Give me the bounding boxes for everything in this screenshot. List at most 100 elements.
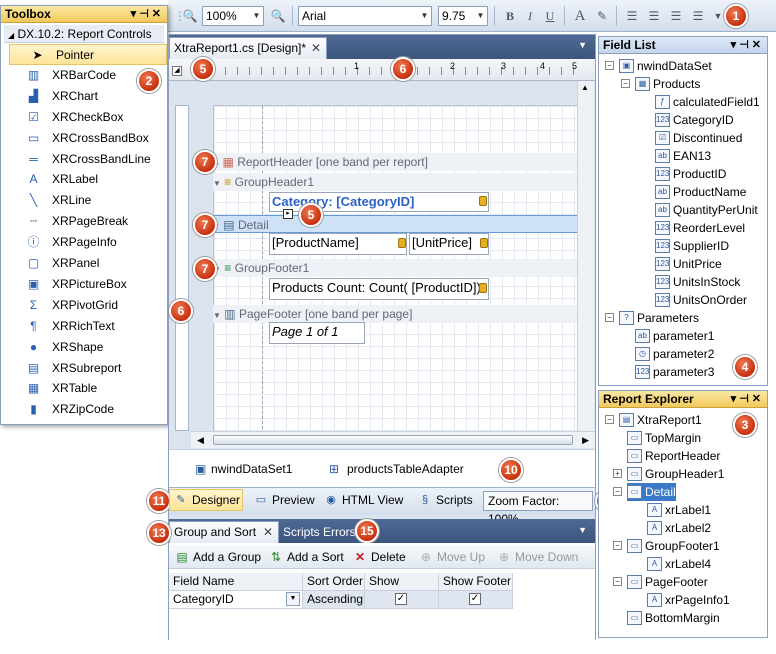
back-color-icon[interactable]: ✎ [592, 6, 612, 26]
align-center-icon[interactable]: ☰ [644, 6, 664, 26]
cell-sort-order[interactable]: Ascending [303, 591, 365, 609]
fore-color-icon[interactable]: A [570, 6, 590, 26]
tree-node-band[interactable]: ▭ GroupFooter1 [627, 537, 720, 555]
move-up-button[interactable]: ⊕ Move Up [419, 547, 485, 567]
tree-node-field[interactable]: 123 CategoryID [655, 111, 734, 129]
scroll-left-icon[interactable]: ◀ [197, 435, 204, 446]
toolbox-item-xrpicturebox[interactable]: ▣ XRPictureBox [6, 274, 164, 295]
dropdown-icon[interactable]: ▾ [731, 39, 740, 51]
scroll-thumb[interactable] [213, 435, 573, 445]
band-page-footer[interactable]: ▼ ▥ PageFooter [one band per page] [213, 305, 585, 323]
align-left-icon[interactable]: ☰ [622, 6, 642, 26]
toolbox-item-xrlabel[interactable]: A XRLabel [6, 169, 164, 190]
tree-node-band[interactable]: AxrLabel2 [647, 519, 711, 537]
tree-node-band[interactable]: ▭ ReportHeader [627, 447, 720, 465]
toolbox-item-xrcrossbandline[interactable]: ═ XRCrossBandLine [6, 149, 164, 170]
close-icon[interactable]: ✕ [152, 8, 164, 20]
add-sort-button[interactable]: ⇅ Add a Sort [269, 547, 344, 567]
chevron-down-icon[interactable]: ▼ [286, 592, 300, 606]
component-table-adapter[interactable]: ⊞ productsTableAdapter [329, 462, 464, 476]
toolbox-item-xrcrossbandbox[interactable]: ▭ XRCrossBandBox [6, 128, 164, 149]
tree-node-band[interactable]: ▭ GroupHeader1 [627, 465, 724, 483]
designer-view-button[interactable]: ✎ Designer [169, 489, 243, 511]
cell-show-footer[interactable]: ✓ [439, 591, 513, 609]
smart-tag-icon[interactable] [398, 238, 406, 248]
smart-tag-icon[interactable] [480, 238, 488, 248]
horizontal-scrollbar[interactable]: ◀ ▶ [191, 431, 595, 448]
pin-icon[interactable]: ⊣ [739, 39, 752, 51]
smart-tag-button-icon[interactable]: ▸ [283, 209, 293, 219]
add-group-button[interactable]: ▤ Add a Group [175, 547, 261, 567]
ruler-corner-icon[interactable]: ◢ [172, 66, 182, 76]
band-report-header[interactable]: ▶ ▦ ReportHeader [one band per report] [213, 153, 585, 171]
collapse-icon[interactable]: − [613, 577, 622, 586]
close-icon[interactable]: ✕ [311, 38, 321, 58]
toolbox-item-xrshape[interactable]: ● XRShape [6, 337, 164, 358]
column-header-show-footer[interactable]: Show Footer [439, 573, 513, 591]
smart-tag-icon[interactable] [479, 196, 487, 206]
tree-node-band[interactable]: AxrLabel1 [647, 501, 711, 519]
tree-node-band[interactable]: AxrPageInfo1 [647, 591, 730, 609]
tree-node-field[interactable]: ab EAN13 [655, 147, 711, 165]
collapse-icon[interactable]: − [605, 415, 614, 424]
justify-icon[interactable]: ☰ [688, 6, 708, 26]
tree-node-band[interactable]: ▭ Detail [627, 483, 676, 501]
close-icon[interactable]: ✕ [752, 393, 764, 405]
tree-node-parameter[interactable]: ab parameter1 [635, 327, 714, 345]
collapse-icon[interactable]: − [605, 313, 614, 322]
toolbox-item-xrpageinfo[interactable]: ⓘ XRPageInfo [6, 232, 164, 253]
column-header-sort-order[interactable]: Sort Order [303, 573, 365, 591]
tree-node-band[interactable]: ▭ PageFooter [627, 573, 708, 591]
toolbox-item-xrzipcode[interactable]: ▮ XRZipCode [6, 399, 164, 420]
smart-tag-icon[interactable] [479, 283, 487, 293]
tree-node-band[interactable]: ▭ BottomMargin [627, 609, 720, 627]
toolbox-item-xrpagebreak[interactable]: ┄ XRPageBreak [6, 211, 164, 232]
align-right-icon[interactable]: ☰ [666, 6, 686, 26]
font-name-combo[interactable]: Arial ▼ [298, 6, 432, 26]
zoom-combo[interactable]: 100% ▼ [202, 6, 264, 26]
tab-group-and-sort[interactable]: Group and Sort ✕ [169, 521, 279, 543]
bold-button[interactable]: B [500, 6, 520, 26]
collapse-icon[interactable]: − [605, 61, 614, 70]
tree-node-table[interactable]: ▦ Products [635, 75, 700, 93]
close-icon[interactable]: ✕ [263, 522, 273, 542]
tree-node-parameter[interactable]: 123 parameter3 [635, 363, 714, 381]
tree-node-report[interactable]: ▤ XtraReport1 [619, 411, 702, 429]
collapse-icon[interactable]: − [621, 79, 630, 88]
toolbox-item-pointer[interactable]: ➤ Pointer [9, 44, 167, 65]
tree-node-field[interactable]: ƒ calculatedField1 [655, 93, 760, 111]
band-collapse-icon[interactable]: ▼ [213, 179, 221, 188]
close-icon[interactable]: ✕ [752, 39, 764, 51]
tree-node-dataset[interactable]: ▣ nwindDataSet [619, 57, 712, 75]
collapse-icon[interactable]: − [613, 487, 622, 496]
tree-node-field[interactable]: 123 SupplierID [655, 237, 729, 255]
pin-icon[interactable]: ⊣ [739, 393, 752, 405]
pin-icon[interactable]: ⊣ [139, 8, 152, 20]
dropdown-icon[interactable]: ▾ [731, 393, 740, 405]
column-header-show-header[interactable]: Show Header [365, 573, 439, 605]
tree-node-field[interactable]: ab QuantityPerUnit [655, 201, 758, 219]
tree-node-band[interactable]: ▭ TopMargin [627, 429, 701, 447]
expand-icon[interactable]: + [613, 469, 622, 478]
band-detail[interactable]: ▼ ▤ Detail [211, 215, 585, 233]
collapse-icon[interactable]: − [613, 541, 622, 550]
product-name-label[interactable]: [ProductName] [269, 233, 407, 255]
page-info-label[interactable]: Page 1 of 1 [269, 322, 365, 344]
toolbox-item-xrrichtext[interactable]: ¶ XRRichText [6, 316, 164, 337]
tree-node-field[interactable]: ab ProductName [655, 183, 746, 201]
toolbox-item-xrcheckbox[interactable]: ☑ XRCheckBox [6, 107, 164, 128]
show-header-checkbox[interactable]: ✓ [395, 593, 407, 605]
toolbox-item-xrsubreport[interactable]: ▤ XRSubreport [6, 358, 164, 379]
scroll-right-icon[interactable]: ▶ [582, 435, 589, 446]
move-down-button[interactable]: ⊕ Move Down [497, 547, 578, 567]
font-size-combo[interactable]: 9.75 ▼ [438, 6, 488, 26]
products-count-label[interactable]: Products Count: Count( [ProductID]) [269, 278, 489, 300]
toolbox-item-xrpivotgrid[interactable]: Σ XRPivotGrid [6, 295, 164, 316]
band-collapse-icon[interactable]: ▼ [213, 311, 221, 320]
show-footer-checkbox[interactable]: ✓ [469, 593, 481, 605]
scroll-up-icon[interactable]: ▲ [581, 83, 589, 92]
tree-node-field[interactable]: 123 UnitPrice [655, 255, 722, 273]
column-header-field-name[interactable]: Field Name [169, 573, 303, 591]
cell-field-name[interactable]: CategoryID ▼ [169, 591, 303, 609]
dropdown-icon[interactable]: ▾ [131, 8, 140, 20]
